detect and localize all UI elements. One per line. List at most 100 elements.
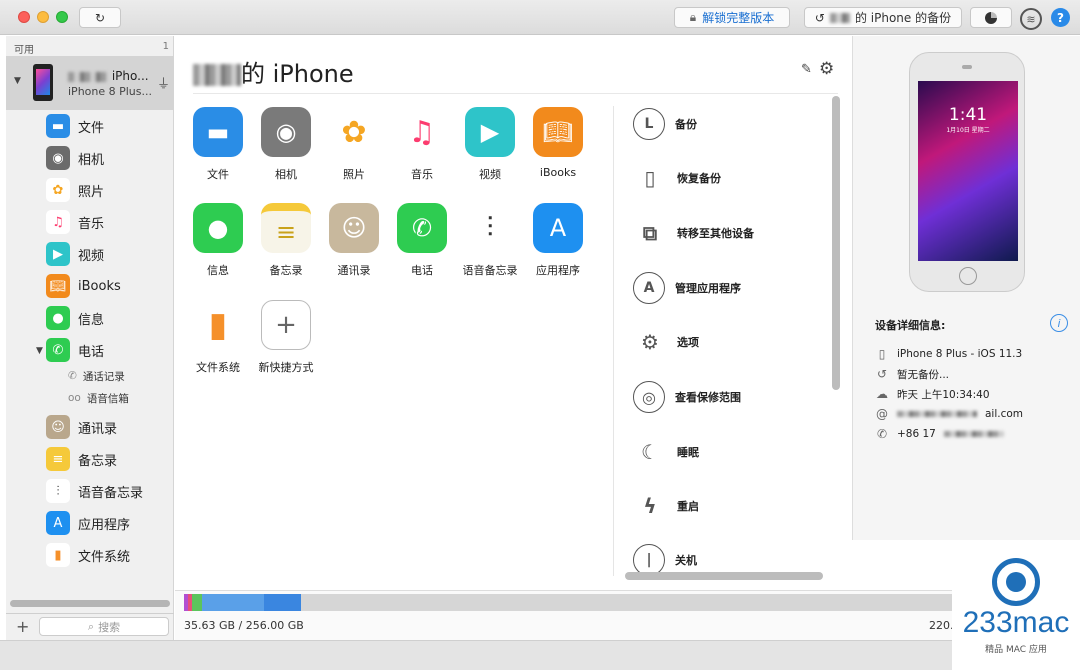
notes-icon: ≡: [46, 447, 70, 471]
backup-menu-button[interactable]: ↺ 的 iPhone 的备份: [804, 7, 962, 28]
device-thumbnail: [33, 64, 53, 101]
add-button[interactable]: +: [16, 617, 29, 636]
refresh-icon: ↻: [94, 10, 106, 25]
app-messages[interactable]: ● 信息: [186, 203, 250, 278]
phone-icon: ✆: [397, 203, 447, 253]
device-model: iPhone 8 Plus...: [68, 85, 153, 98]
app-phone[interactable]: ✆ 电话: [390, 203, 454, 278]
refresh-button[interactable]: ↻: [79, 7, 121, 28]
unlock-label: 解锁完整版本: [702, 11, 775, 25]
app-voice-memos[interactable]: ⫶ 语音备忘录: [458, 203, 522, 278]
storage-segment-other: [202, 594, 264, 611]
filesystem-icon: ▮: [46, 543, 70, 567]
sidebar-item-call-log[interactable]: ✆ 通话记录: [68, 367, 125, 385]
actions-horizontal-scrollbar[interactable]: [625, 572, 823, 580]
music-icon: ♫: [46, 210, 70, 234]
sidebar-item-notes[interactable]: ≡ 备忘录: [46, 446, 117, 472]
sidebar-device[interactable]: ▼ iPho... iPhone 8 Plus... ⏚: [6, 56, 174, 110]
expand-phone-arrow-icon[interactable]: ▼: [36, 346, 43, 356]
app-music[interactable]: ♫ 音乐: [390, 107, 454, 182]
filesystem-icon: ▮: [193, 300, 243, 350]
cloud-upload-icon: ☁: [876, 387, 888, 401]
collapse-arrow-icon[interactable]: ▼: [14, 76, 21, 86]
ibooks-icon: 📖︎: [533, 107, 583, 157]
app-video[interactable]: ▶ 视频: [458, 107, 522, 182]
gear-icon[interactable]: ⚙: [819, 59, 834, 79]
sidebar-item-ibooks[interactable]: 📖︎ iBooks: [46, 273, 121, 299]
minimize-window-button[interactable]: [37, 11, 49, 23]
sidebar-item-music[interactable]: ♫ 音乐: [46, 209, 104, 235]
storage-usage-bar: [184, 594, 952, 611]
watermark: 233mac 精品 MAC 应用: [952, 542, 1080, 670]
app-photos[interactable]: ✿ 照片: [322, 107, 386, 182]
device-name: iPho...: [68, 69, 149, 83]
action-transfer-device[interactable]: ⧉ 转移至其他设备: [633, 213, 754, 253]
app-applications[interactable]: A 应用程序: [526, 203, 590, 278]
action-options[interactable]: ⚙ 选项: [633, 322, 699, 362]
app-notes[interactable]: ≡ 备忘录: [254, 203, 318, 278]
action-manage-apps[interactable]: A 管理应用程序: [633, 268, 741, 308]
action-restart[interactable]: ϟ 重启: [633, 486, 699, 526]
title-bar: ↻ 🔒︎ 解锁完整版本 ↺ 的 iPhone 的备份 ≋ ?: [0, 0, 1080, 35]
app-camera[interactable]: ◉ 相机: [254, 107, 318, 182]
status-bar: [0, 640, 1080, 670]
action-restore-backup[interactable]: ▯ 恢复备份: [633, 158, 721, 198]
backup-label: 的 iPhone 的备份: [854, 11, 952, 25]
unlock-full-version-button[interactable]: 🔒︎ 解锁完整版本: [674, 7, 790, 28]
voicemail-icon: oo: [68, 392, 81, 404]
detail-phone-number: ✆ +86 17: [875, 425, 1004, 443]
actions-vertical-scrollbar[interactable]: [832, 96, 840, 390]
sidebar-item-messages[interactable]: ● 信息: [46, 305, 104, 331]
sidebar-item-video[interactable]: ▶ 视频: [46, 241, 104, 267]
watermark-brand: 233mac: [962, 606, 1070, 639]
sidebar-item-apps[interactable]: A 应用程序: [46, 510, 130, 536]
sidebar-item-voice-memos[interactable]: ⫶ 语音备忘录: [46, 478, 143, 504]
appstore-icon: A: [533, 203, 583, 253]
add-shortcut-icon: +: [261, 300, 311, 350]
search-input[interactable]: ⌕ 搜索: [39, 617, 169, 636]
action-backup[interactable]: L 备份: [633, 104, 697, 144]
photos-icon: ✿: [46, 178, 70, 202]
app-new-shortcut[interactable]: + 新快捷方式: [254, 300, 318, 375]
action-warranty[interactable]: ◎ 查看保修范围: [633, 377, 741, 417]
close-window-button[interactable]: [18, 11, 30, 23]
messages-icon: ●: [193, 203, 243, 253]
history-icon: ↺: [814, 10, 825, 25]
sidebar-item-photos[interactable]: ✿ 照片: [46, 177, 104, 203]
storage-used-text: 35.63 GB / 256.00 GB: [184, 619, 304, 632]
manage-apps-icon: A: [633, 272, 665, 304]
sidebar-scrollbar[interactable]: [10, 600, 170, 607]
restore-backup-icon: ▯: [644, 166, 656, 190]
phone-icon: ✆: [46, 338, 70, 362]
sidebar-item-files[interactable]: ▬ 文件: [46, 113, 104, 139]
storage-pie-button[interactable]: [970, 7, 1012, 28]
home-button-icon: [959, 267, 977, 285]
help-button[interactable]: ?: [1051, 8, 1070, 27]
sidebar-item-camera[interactable]: ◉ 相机: [46, 145, 104, 171]
action-sleep[interactable]: ☾ 睡眠: [633, 432, 699, 472]
app-ibooks[interactable]: 📖︎ iBooks: [526, 107, 590, 179]
info-icon[interactable]: i: [1050, 314, 1068, 332]
wifi-connect-icon[interactable]: ≋: [1020, 8, 1042, 30]
edit-name-icon[interactable]: ✎: [801, 62, 812, 77]
folder-icon: ▬: [46, 114, 70, 138]
app-files[interactable]: ▬ 文件: [186, 107, 250, 182]
storage-free-text: 220.: [929, 619, 954, 632]
title-divider: [193, 93, 838, 94]
app-filesystem[interactable]: ▮ 文件系统: [186, 300, 250, 375]
appstore-icon: A: [46, 511, 70, 535]
sidebar-item-contacts[interactable]: ☺ 通讯录: [46, 414, 117, 440]
sidebar-item-voicemail[interactable]: oo 语音信箱: [68, 389, 129, 407]
page-title: 的 iPhone: [193, 54, 354, 89]
backup-clock-icon: L: [633, 108, 665, 140]
watermark-tagline: 精品 MAC 应用: [985, 645, 1047, 655]
sidebar-footer: + ⌕ 搜索: [6, 613, 174, 640]
search-icon: ⌕: [87, 619, 95, 633]
storage-segment-system: [264, 594, 301, 611]
zoom-window-button[interactable]: [56, 11, 68, 23]
actions-divider: [613, 106, 614, 576]
sidebar-item-phone[interactable]: ✆ 电话: [46, 337, 104, 363]
call-icon: ✆: [876, 427, 888, 441]
app-contacts[interactable]: ☺ 通讯录: [322, 203, 386, 278]
sidebar-item-filesystem[interactable]: ▮ 文件系统: [46, 542, 130, 568]
